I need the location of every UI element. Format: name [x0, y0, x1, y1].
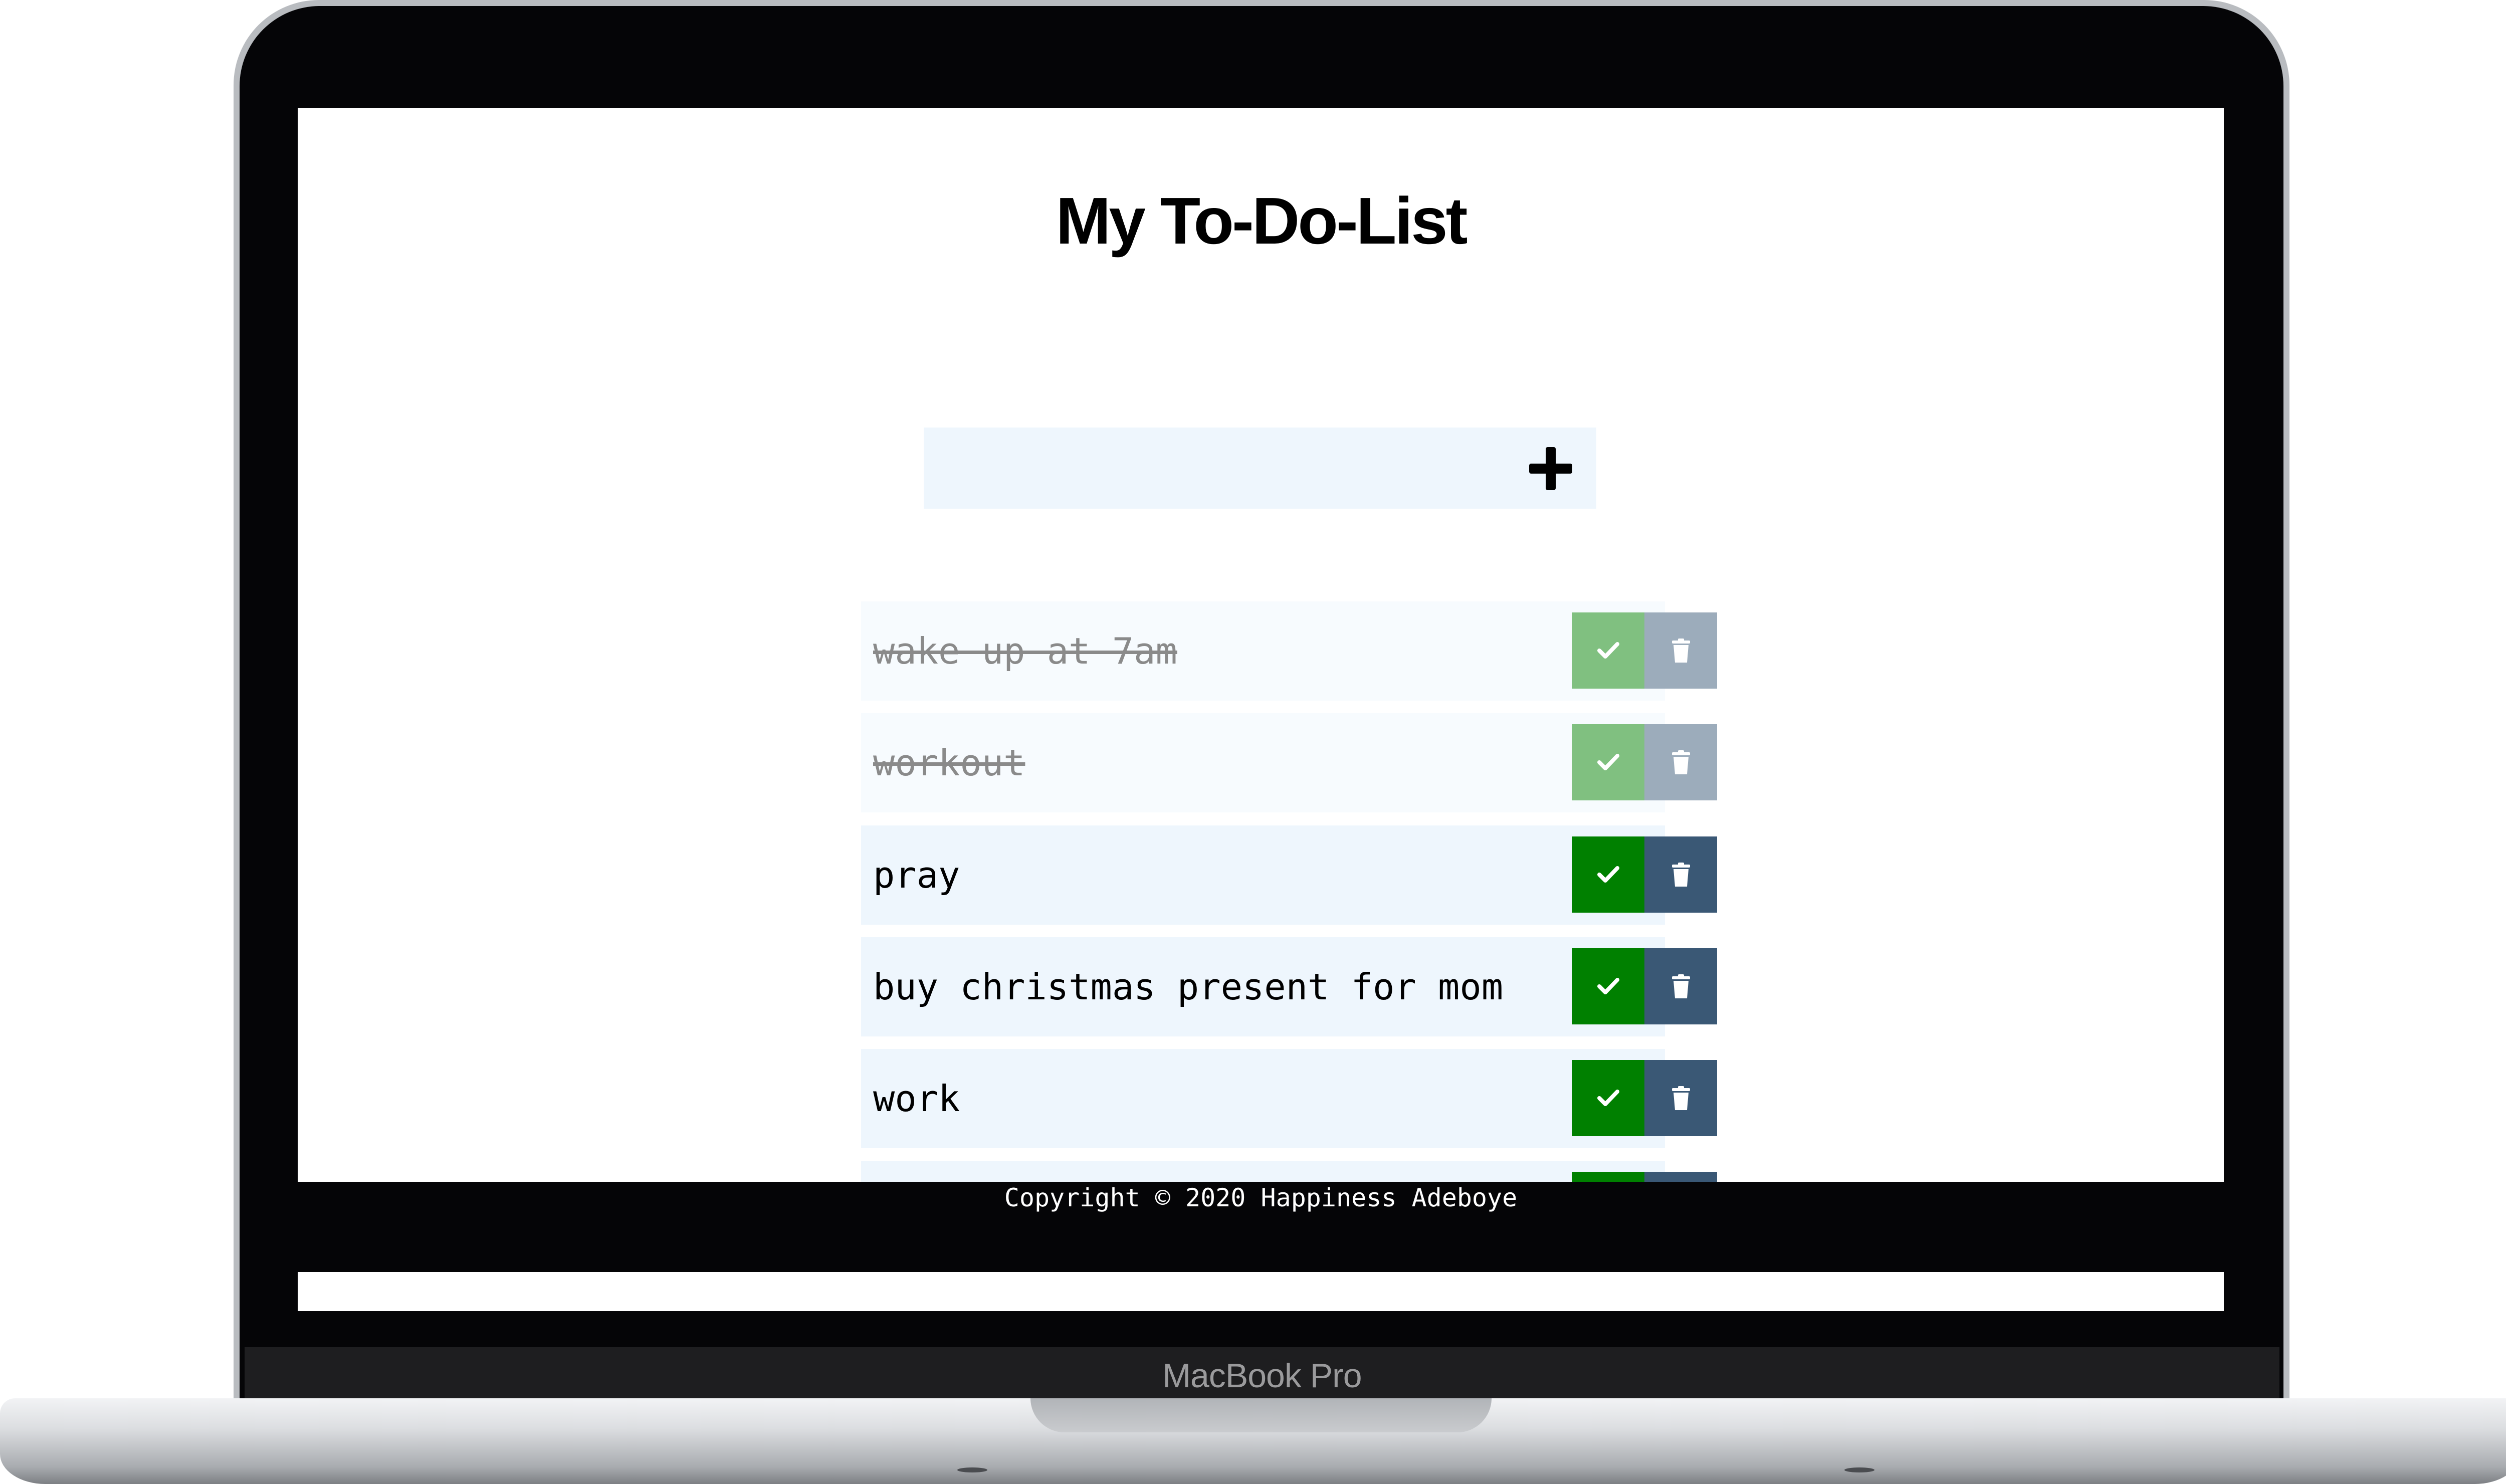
check-icon — [1597, 866, 1619, 883]
todo-text: wake up at 7am — [873, 630, 1177, 672]
delete-button[interactable] — [1644, 1060, 1717, 1136]
complete-button[interactable] — [1572, 1172, 1644, 1182]
todo-item: buy christmas present for mom — [861, 937, 1717, 1036]
laptop-foot — [957, 1467, 987, 1472]
delete-button[interactable] — [1644, 948, 1717, 1024]
delete-button[interactable] — [1644, 612, 1717, 689]
screen-bottom-strip — [298, 1272, 2224, 1311]
laptop-opening-notch — [1030, 1398, 1492, 1432]
todo-input[interactable] — [924, 428, 1500, 509]
todo-item: pray — [861, 825, 1717, 925]
check-icon — [1597, 1090, 1619, 1106]
todo-text: buy christmas present for mom — [873, 966, 1504, 1008]
add-todo-button[interactable] — [1521, 439, 1581, 499]
trash-icon — [1672, 974, 1690, 998]
todo-item: wake up at 7am — [861, 601, 1717, 701]
complete-button[interactable] — [1572, 1060, 1644, 1136]
delete-button[interactable] — [1644, 724, 1717, 800]
todo-item: work — [861, 1049, 1717, 1148]
trash-icon — [1672, 863, 1690, 887]
browser-viewport: My To-Do-List wake up at 7am workout pra… — [298, 108, 2224, 1182]
laptop-foot — [1844, 1467, 1874, 1472]
complete-button[interactable] — [1572, 724, 1644, 800]
todo-item: workout — [861, 713, 1717, 812]
complete-button[interactable] — [1572, 612, 1644, 689]
todo-text: pray — [873, 854, 960, 896]
todo-text: work — [873, 1078, 960, 1120]
page-title: My To-Do-List — [1056, 184, 1468, 258]
delete-button[interactable] — [1644, 836, 1717, 913]
copyright-text: Copyright © 2020 Happiness Adeboye — [1004, 1183, 1518, 1212]
delete-button[interactable] — [1644, 1172, 1717, 1182]
trash-icon — [1672, 750, 1690, 774]
todo-text: workout — [873, 742, 1025, 784]
complete-button[interactable] — [1572, 836, 1644, 913]
check-icon — [1597, 754, 1619, 770]
check-icon — [1597, 642, 1619, 659]
trash-icon — [1672, 639, 1690, 663]
complete-button[interactable] — [1572, 948, 1644, 1024]
check-icon — [1597, 978, 1619, 994]
todo-item — [861, 1161, 1717, 1182]
device-label: MacBook Pro — [1162, 1357, 1362, 1395]
trash-icon — [1672, 1086, 1690, 1110]
